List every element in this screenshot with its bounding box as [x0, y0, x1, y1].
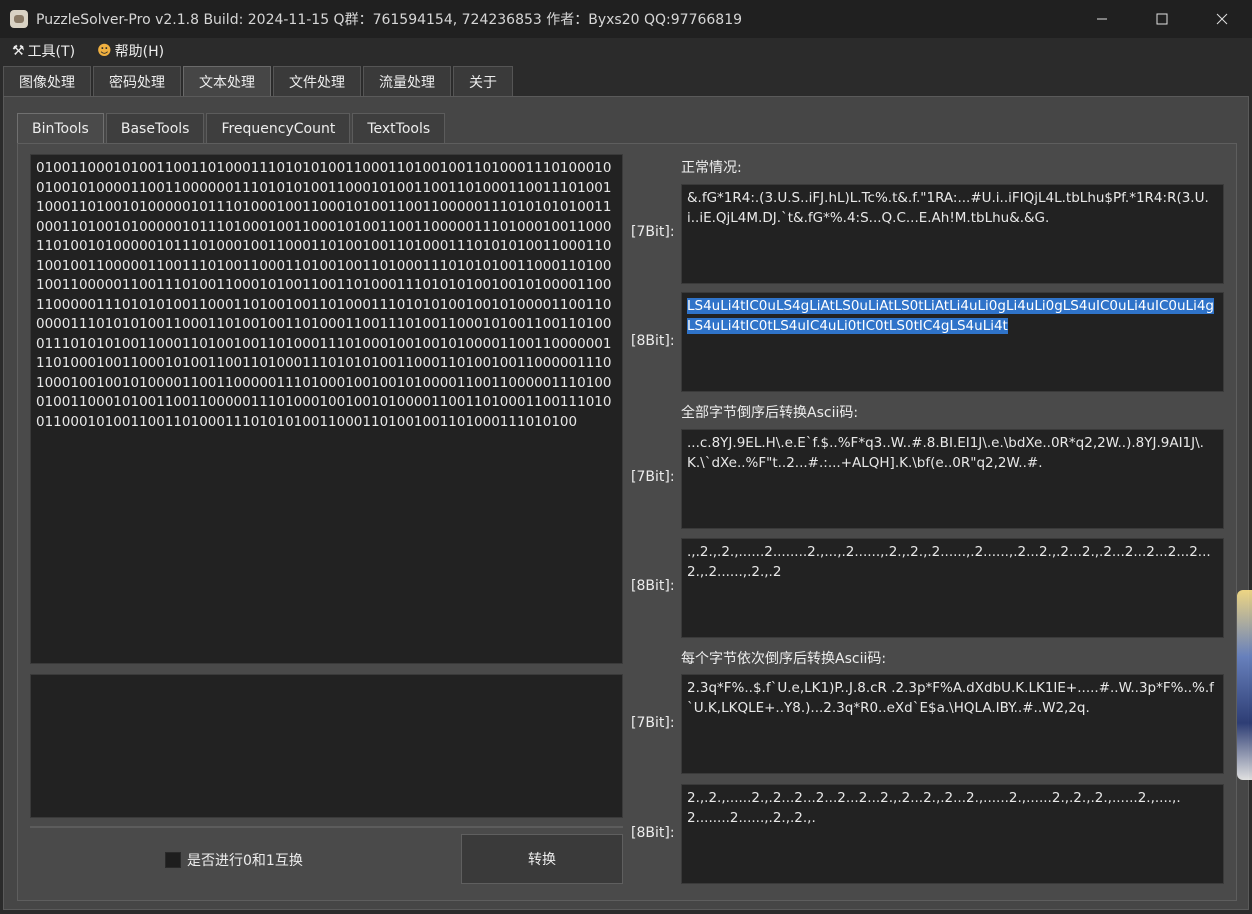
subtab-bintools[interactable]: BinTools	[17, 113, 104, 144]
swap-bits-checkbox-row[interactable]: 是否进行0和1互换	[165, 850, 303, 870]
tab-traffic[interactable]: 流量处理	[363, 66, 451, 96]
subtab-texttools[interactable]: TextTools	[352, 113, 446, 143]
tab-text[interactable]: 文本处理	[183, 66, 271, 97]
desktop-wallpaper-figure	[1237, 590, 1252, 780]
normal-7bit-label: [7Bit]:	[631, 224, 675, 240]
reverse-each-7bit-label: [7Bit]:	[631, 715, 675, 731]
convert-button[interactable]: 转换	[461, 834, 623, 884]
menu-tools[interactable]: ⚒ 工具(T)	[12, 41, 75, 61]
tab-about[interactable]: 关于	[453, 66, 513, 96]
menu-help[interactable]: ☻ 帮助(H)	[97, 41, 164, 61]
reverse-all-8bit-output[interactable]: .,.2.,.2.,......2........2.,...,.2......…	[681, 538, 1224, 638]
normal-7bit-output[interactable]: &.fG*1R4:.(3.U.S..iFJ.hL)L.Tc%.t&.f."1RA…	[681, 184, 1224, 284]
maximize-button[interactable]	[1132, 0, 1192, 38]
subtab-basetools[interactable]: BaseTools	[105, 113, 205, 143]
reverse-each-label: 每个字节依次倒序后转换Ascii码:	[681, 651, 887, 667]
tab-file[interactable]: 文件处理	[273, 66, 361, 96]
reverse-all-7bit-label: [7Bit]:	[631, 469, 675, 485]
reverse-each-7bit-output[interactable]: 2.3q*F%..$.f`U.e,LK1)P..J.8.cR .2.3p*F%A…	[681, 674, 1224, 774]
title-bar: PuzzleSolver-Pro v2.1.8 Build: 2024-11-1…	[0, 0, 1252, 38]
normal-label: 正常情况:	[681, 160, 742, 176]
tools-icon: ⚒	[12, 43, 25, 59]
menu-bar: ⚒ 工具(T) ☻ 帮助(H)	[0, 38, 1252, 64]
normal-8bit-label: [8Bit]:	[631, 333, 675, 349]
binary-secondary-textarea[interactable]	[30, 674, 623, 818]
normal-8bit-selected-text: LS4uLi4tIC0uLS4gLiAtLS0uLiAtLS0tLiAtLi4u…	[687, 298, 1214, 334]
maximize-icon	[1156, 13, 1168, 25]
minimize-icon	[1097, 18, 1107, 20]
window-controls	[1072, 0, 1252, 38]
binary-input-textarea[interactable]: 0100110001010011001101000111010101001100…	[30, 154, 623, 664]
text-processing-pane: BinTools BaseTools FrequencyCount TextTo…	[3, 96, 1249, 910]
normal-8bit-output[interactable]: LS4uLi4tIC0uLS4gLiAtLS0uLiAtLS0tLiAtLi4u…	[681, 292, 1224, 392]
app-icon	[10, 10, 28, 28]
tab-image[interactable]: 图像处理	[3, 66, 91, 96]
divider	[30, 826, 623, 828]
main-tab-bar: 图像处理 密码处理 文本处理 文件处理 流量处理 关于	[3, 66, 515, 97]
close-icon	[1216, 13, 1228, 25]
reverse-all-7bit-output[interactable]: ...c.8YJ.9EL.H\.e.E`f.$..%F*q3..W..#.8.B…	[681, 429, 1224, 529]
sub-tab-bar: BinTools BaseTools FrequencyCount TextTo…	[17, 113, 447, 144]
swap-bits-label: 是否进行0和1互换	[187, 853, 303, 869]
reverse-all-label: 全部字节倒序后转换Ascii码:	[681, 405, 859, 421]
subtab-frequencycount[interactable]: FrequencyCount	[206, 113, 351, 143]
tab-crypto[interactable]: 密码处理	[93, 66, 181, 96]
reverse-each-8bit-label: [8Bit]:	[631, 825, 675, 841]
bintools-pane: 0100110001010011001101000111010101001100…	[17, 143, 1237, 901]
reverse-all-8bit-label: [8Bit]:	[631, 578, 675, 594]
window-title: PuzzleSolver-Pro v2.1.8 Build: 2024-11-1…	[36, 12, 743, 28]
close-button[interactable]	[1192, 0, 1252, 38]
help-person-icon: ☻	[97, 43, 112, 59]
swap-bits-checkbox[interactable]	[165, 852, 181, 868]
minimize-button[interactable]	[1072, 0, 1132, 38]
reverse-each-8bit-output[interactable]: 2.,.2.,......2.,.2...2...2...2...2...2.,…	[681, 784, 1224, 884]
